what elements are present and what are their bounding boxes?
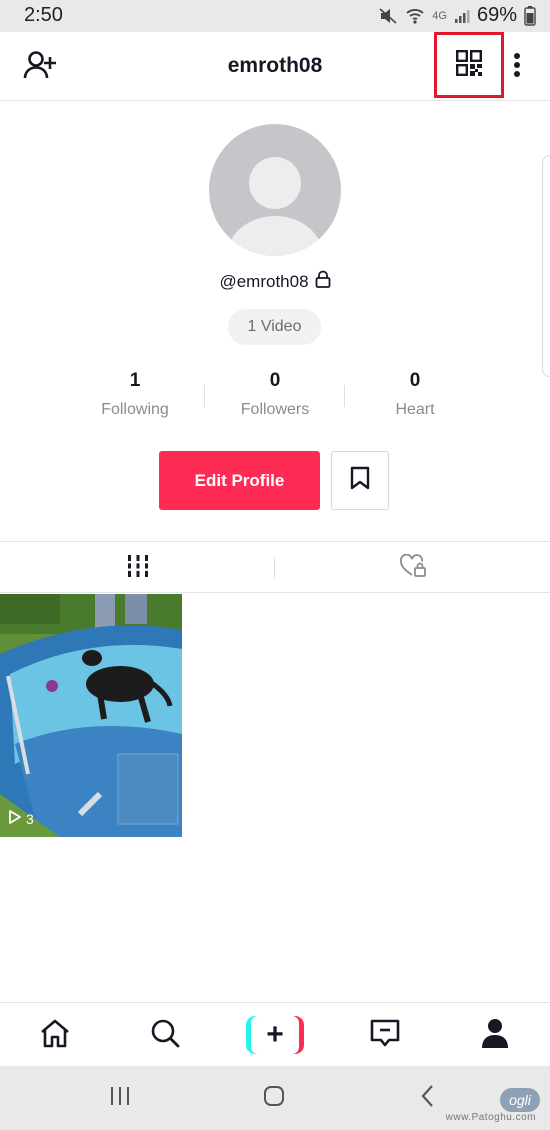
home-icon: [39, 1018, 71, 1053]
profile-header: emroth08: [0, 32, 550, 101]
profile-handle: @emroth08: [219, 271, 309, 291]
more-options-button[interactable]: [502, 48, 532, 86]
wifi-icon: [405, 7, 425, 25]
watermark-logo: ogli: [500, 1088, 540, 1112]
avatar-placeholder-head: [249, 157, 301, 209]
nav-home[interactable]: [0, 1003, 110, 1067]
signal-icon: [454, 8, 470, 24]
status-icons: 4G 69%: [378, 4, 536, 27]
bookmark-icon: [350, 466, 370, 495]
mute-vibrate-icon: [378, 7, 398, 25]
stat-following[interactable]: 1 Following: [65, 370, 205, 419]
bookmark-button[interactable]: [331, 451, 389, 510]
stat-heart[interactable]: 0 Heart: [345, 370, 485, 419]
stat-label: Following: [101, 401, 169, 418]
back-icon: [420, 1084, 436, 1113]
nav-inbox[interactable]: [330, 1003, 440, 1067]
stat-value: 0: [409, 370, 421, 391]
liked-private-icon: [399, 553, 427, 583]
qr-code-button[interactable]: [434, 32, 504, 98]
home-icon: [262, 1084, 286, 1113]
search-icon: [150, 1018, 180, 1053]
recents-icon: [109, 1086, 131, 1111]
status-bar: 2:50 4G 69%: [0, 0, 550, 32]
stat-label: Followers: [240, 401, 310, 418]
content-tabs: [0, 541, 550, 593]
grid-icon: [126, 554, 149, 582]
nav-profile[interactable]: [440, 1003, 550, 1067]
battery-icon: [524, 5, 536, 26]
watermark-text: www.Patoghu.com: [445, 1112, 536, 1123]
play-count: 3: [8, 809, 34, 828]
network-type: 4G: [432, 9, 447, 22]
nav-create[interactable]: +: [220, 1003, 330, 1067]
system-home-button[interactable]: [219, 1066, 329, 1130]
video-thumbnail[interactable]: [0, 594, 182, 837]
create-icon: +: [246, 1016, 304, 1054]
side-scroll-handle[interactable]: [542, 155, 550, 377]
qr-code-icon: [456, 49, 483, 81]
battery-percent: 69%: [476, 4, 517, 26]
edit-profile-button[interactable]: Edit Profile: [159, 451, 320, 510]
tab-liked[interactable]: [275, 542, 550, 594]
play-count-value: 3: [26, 810, 34, 827]
play-icon: [8, 809, 22, 828]
stat-value: 0: [269, 370, 281, 391]
bottom-navigation: +: [0, 1002, 550, 1067]
profile-icon: [481, 1018, 509, 1053]
video-count-badge: 1 Video: [228, 309, 321, 345]
lock-icon: [315, 270, 331, 293]
tab-videos[interactable]: [0, 542, 275, 594]
inbox-icon: [370, 1018, 400, 1053]
nav-discover[interactable]: [110, 1003, 220, 1067]
stat-label: Heart: [395, 401, 435, 418]
thumbnail-image: [0, 594, 182, 837]
recents-button[interactable]: [65, 1066, 175, 1130]
avatar[interactable]: [209, 124, 341, 256]
stat-value: 1: [129, 370, 141, 391]
more-vertical-icon: [513, 52, 521, 83]
username-row: @emroth08: [0, 270, 550, 293]
status-time: 2:50: [24, 4, 63, 26]
avatar-placeholder-body: [227, 216, 323, 256]
stat-followers[interactable]: 0 Followers: [205, 370, 345, 419]
